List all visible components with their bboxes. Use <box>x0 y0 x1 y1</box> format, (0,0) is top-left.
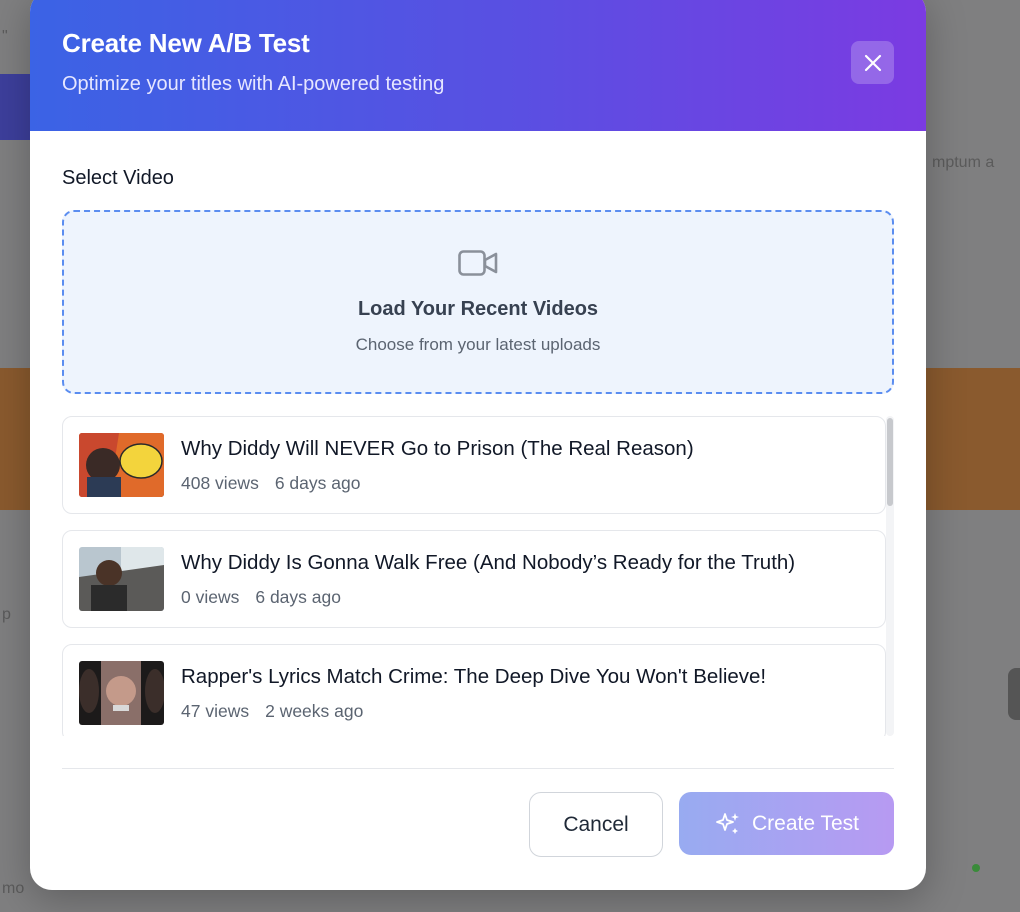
load-videos-subtitle: Choose from your latest uploads <box>355 335 601 354</box>
load-recent-videos-button[interactable]: Load Your Recent Videos Choose from your… <box>62 210 894 394</box>
load-videos-title: Load Your Recent Videos <box>357 298 599 320</box>
close-button[interactable] <box>851 41 894 84</box>
background-text: mo <box>2 880 25 897</box>
video-meta: 47 views 2 weeks ago <box>181 701 766 722</box>
background-text: " <box>2 28 8 45</box>
thumbnail-image <box>79 547 164 611</box>
select-video-label: Select Video <box>62 167 174 189</box>
thumbnail-image <box>79 661 164 725</box>
video-views: 0 views <box>181 586 240 607</box>
video-list: Why Diddy Will NEVER Go to Prison (The R… <box>62 416 894 736</box>
video-views: 408 views <box>181 472 259 493</box>
background-text: mptum a <box>932 154 995 171</box>
video-thumbnail <box>79 661 164 725</box>
video-thumbnail <box>79 547 164 611</box>
video-thumbnail <box>79 433 164 497</box>
video-camera-icon <box>458 250 498 276</box>
modal-title: Create New A/B Test <box>62 28 310 58</box>
video-age: 2 weeks ago <box>265 700 364 721</box>
create-test-label: Create Test <box>752 811 859 835</box>
status-dot <box>972 864 980 872</box>
video-list-item[interactable]: Rapper's Lyrics Match Crime: The Deep Di… <box>62 644 886 736</box>
cancel-button[interactable]: Cancel <box>529 792 663 857</box>
video-title: Why Diddy Will NEVER Go to Prison (The R… <box>181 436 694 460</box>
close-icon <box>864 54 881 71</box>
video-title: Rapper's Lyrics Match Crime: The Deep Di… <box>181 664 767 688</box>
background-button <box>1008 668 1020 720</box>
video-age: 6 days ago <box>274 472 361 493</box>
video-meta: 408 views 6 days ago <box>181 473 694 494</box>
video-list-scrollbar[interactable] <box>886 416 894 736</box>
scrollbar-thumb[interactable] <box>887 418 893 506</box>
modal-subtitle: Optimize your titles with AI-powered tes… <box>62 73 445 95</box>
video-views: 47 views <box>181 700 250 721</box>
footer-divider <box>62 768 894 769</box>
video-list-item[interactable]: Why Diddy Is Gonna Walk Free (And Nobody… <box>62 530 886 628</box>
video-list-item[interactable]: Why Diddy Will NEVER Go to Prison (The R… <box>62 416 886 514</box>
create-ab-test-modal: Create New A/B Test Optimize your titles… <box>30 0 926 890</box>
thumbnail-image <box>79 433 164 497</box>
video-age: 6 days ago <box>255 586 341 607</box>
modal-footer: Cancel Create Test <box>62 792 894 857</box>
create-test-button[interactable]: Create Test <box>679 792 894 855</box>
video-meta: 0 views 6 days ago <box>181 587 795 608</box>
modal-body: Select Video Load Your Recent Videos Cho… <box>30 131 926 857</box>
video-title: Why Diddy Is Gonna Walk Free (And Nobody… <box>181 550 796 574</box>
background-text: p <box>2 606 11 623</box>
modal-header: Create New A/B Test Optimize your titles… <box>30 0 926 131</box>
sparkles-icon <box>716 812 739 834</box>
